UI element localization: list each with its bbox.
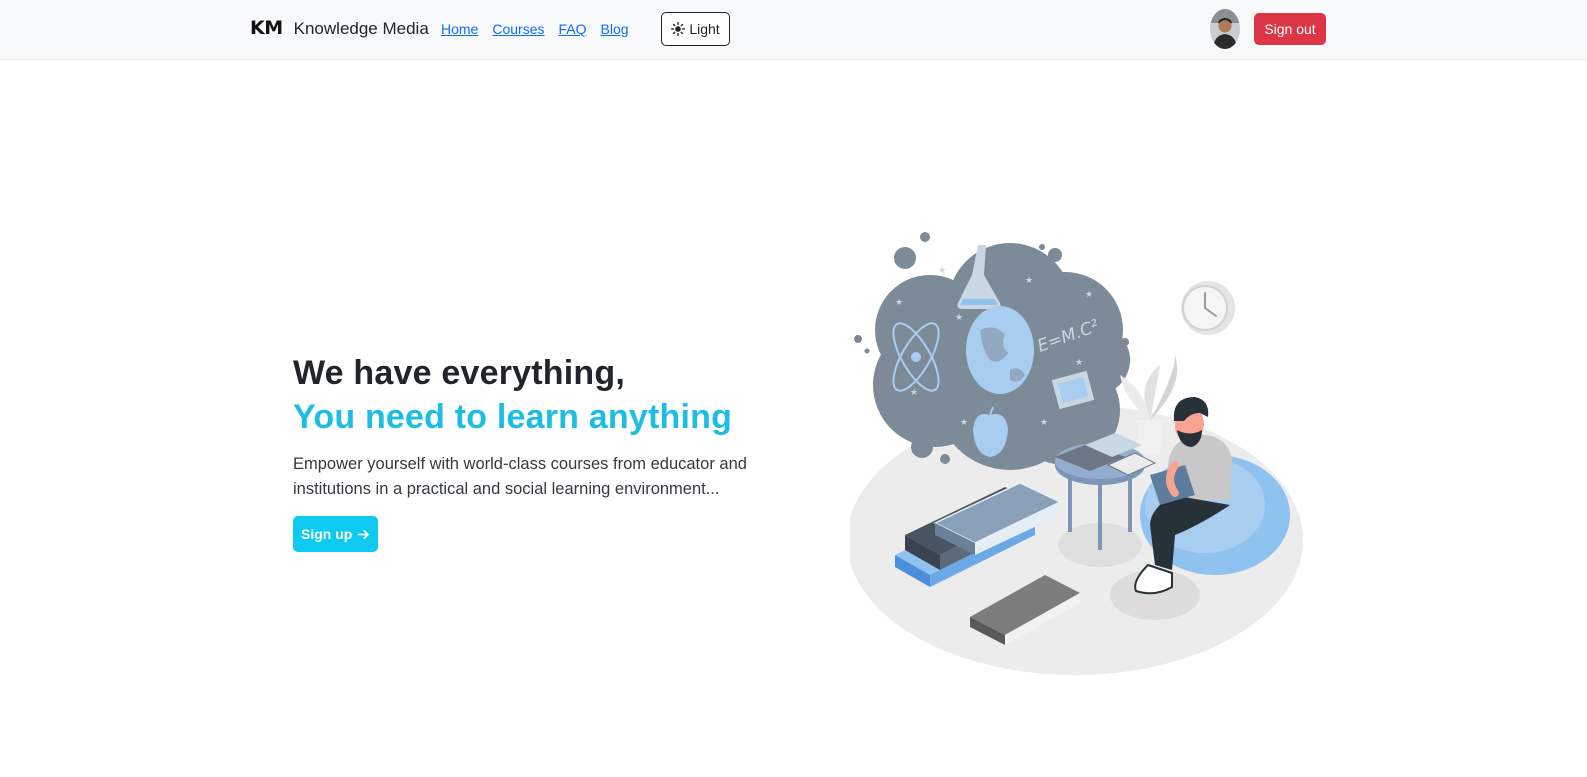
avatar-photo <box>1210 9 1240 49</box>
arrow-right-icon <box>358 529 370 539</box>
sign-up-label: Sign up <box>301 526 353 542</box>
sign-up-button[interactable]: Sign up <box>293 516 379 552</box>
hero: We have everything, You need to learn an… <box>293 352 773 552</box>
svg-text:★: ★ <box>1040 418 1048 428</box>
wall-clock <box>1181 281 1235 335</box>
nav-link-faq[interactable]: FAQ <box>559 21 587 37</box>
svg-text:★: ★ <box>960 418 968 428</box>
brand[interactable]: KM Knowledge Media <box>250 17 429 39</box>
svg-text:★: ★ <box>910 388 918 398</box>
thought-cloud: E=M.C² ★★★ ★★★ ★ ★★ <box>854 232 1130 470</box>
svg-text:★: ★ <box>895 298 903 308</box>
theme-toggle-button[interactable]: Light <box>661 12 730 46</box>
nav-link-blog[interactable]: Blog <box>601 21 629 37</box>
nav-links: Home Courses FAQ Blog <box>441 21 629 37</box>
nav-link-home[interactable]: Home <box>441 21 478 37</box>
sign-out-button[interactable]: Sign out <box>1254 13 1326 45</box>
hero-subheadline: You need to learn anything <box>293 398 733 436</box>
brand-name: Knowledge Media <box>293 19 429 38</box>
svg-text:★: ★ <box>1025 276 1033 286</box>
svg-text:★: ★ <box>1075 358 1083 368</box>
navbar: KM Knowledge Media Home Courses FAQ Blog… <box>0 0 1587 60</box>
svg-text:★: ★ <box>938 266 946 276</box>
hero-headline: We have everything, <box>293 354 625 392</box>
svg-text:★: ★ <box>955 313 963 323</box>
hero-illustration: E=M.C² ★★★ ★★★ ★ ★★ <box>850 232 1303 675</box>
sun-icon <box>671 22 686 36</box>
brand-logo: KM <box>250 17 283 39</box>
theme-toggle-label: Light <box>689 21 720 37</box>
user-avatar[interactable] <box>1210 9 1240 49</box>
nav-link-courses[interactable]: Courses <box>492 21 544 37</box>
hero-lead: Empower yourself with world-class course… <box>293 455 747 498</box>
svg-text:★: ★ <box>1085 290 1093 300</box>
